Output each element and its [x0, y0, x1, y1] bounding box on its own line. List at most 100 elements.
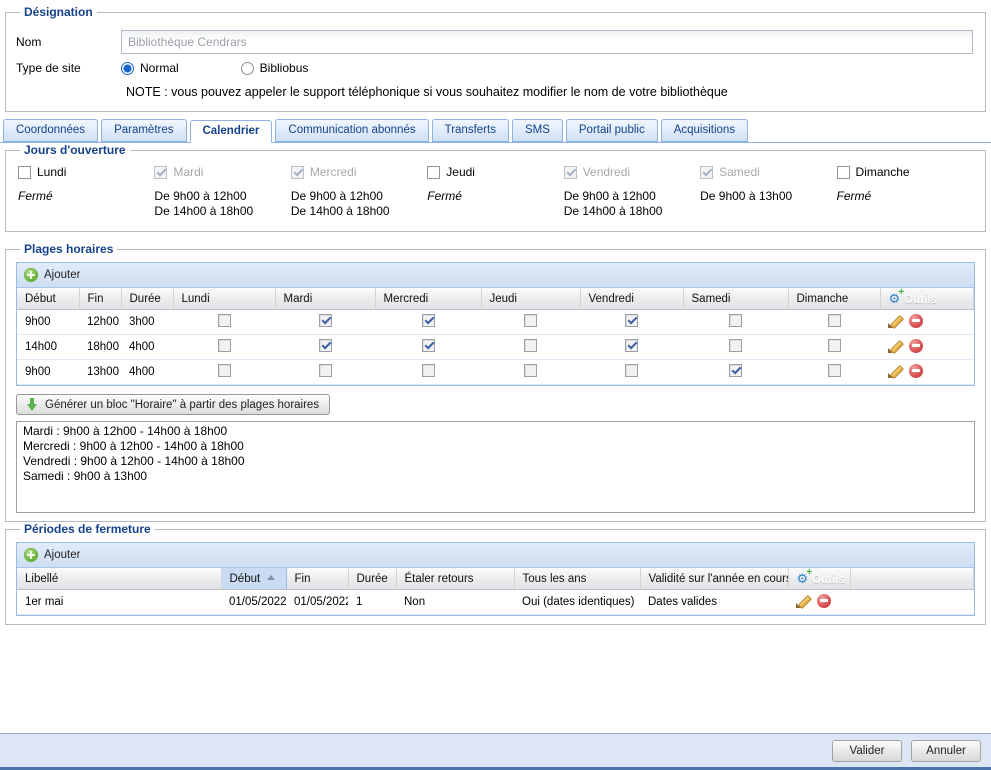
- day-label-samedi: Samedi: [719, 165, 760, 179]
- tab-portail-public[interactable]: Portail public: [566, 119, 658, 142]
- plages-add-button[interactable]: Ajouter: [24, 268, 80, 282]
- column-header-debut[interactable]: Début: [17, 288, 79, 310]
- edit-pencil-icon[interactable]: [888, 363, 903, 378]
- column-header-dimanche[interactable]: Dimanche: [788, 288, 880, 310]
- edit-pencil-icon[interactable]: [888, 313, 903, 328]
- plages-toolbar: Ajouter: [17, 263, 974, 288]
- designation-fieldset: Désignation Nom Type de site Normal Bibl…: [5, 5, 986, 112]
- checkbox-jeudi[interactable]: [427, 166, 440, 179]
- day-column-lundi: Lundi Fermé: [18, 163, 154, 219]
- column-header-mardi[interactable]: Mardi: [275, 288, 375, 310]
- checkbox-dimanche[interactable]: [837, 166, 850, 179]
- tools-header-label: Outils: [812, 574, 845, 586]
- checkbox-samedi[interactable]: [729, 364, 742, 377]
- checkbox-dimanche[interactable]: [828, 314, 841, 327]
- tab-communication-abonnes[interactable]: Communication abonnés: [275, 119, 428, 142]
- duree-cell: 4h00: [121, 335, 173, 360]
- checkbox-jeudi[interactable]: [524, 339, 537, 352]
- annuler-button[interactable]: Annuler: [911, 740, 981, 762]
- column-header-validite-sur-l-annee-en-cours[interactable]: Validité sur l'année en cours: [640, 568, 788, 590]
- checkbox-mercredi[interactable]: [422, 364, 435, 377]
- gear-plus-icon: [797, 572, 809, 585]
- column-header-duree[interactable]: Durée: [121, 288, 173, 310]
- horaire-textarea[interactable]: Mardi : 9h00 à 12h00 - 14h00 à 18h00 Mer…: [16, 421, 975, 513]
- checkbox-lundi[interactable]: [218, 314, 231, 327]
- checkbox-vendredi[interactable]: [625, 314, 638, 327]
- tab-acquisitions[interactable]: Acquisitions: [661, 119, 748, 142]
- checkbox-vendredi[interactable]: [625, 339, 638, 352]
- type-de-site-label: Type de site: [16, 61, 121, 75]
- column-header-samedi[interactable]: Samedi: [683, 288, 788, 310]
- column-header-label: Durée: [130, 293, 161, 305]
- checkbox-samedi[interactable]: [729, 314, 742, 327]
- checkbox-vendredi[interactable]: [625, 364, 638, 377]
- column-header-tous-les-ans[interactable]: Tous les ans: [514, 568, 640, 590]
- column-header-libelle[interactable]: Libellé: [17, 568, 221, 590]
- fin-cell: 13h00: [79, 360, 121, 385]
- column-header-debut[interactable]: Début: [221, 568, 286, 590]
- sort-asc-icon: [267, 575, 275, 580]
- checkbox-samedi[interactable]: [729, 339, 742, 352]
- delete-icon[interactable]: [817, 594, 831, 608]
- checkbox-lundi[interactable]: [218, 364, 231, 377]
- jours-ouverture-legend: Jours d'ouverture: [20, 143, 130, 157]
- nom-input[interactable]: [121, 30, 973, 54]
- delete-icon[interactable]: [909, 314, 923, 328]
- column-header-fin[interactable]: Fin: [286, 568, 348, 590]
- periodes-toolbar: Ajouter: [17, 543, 974, 568]
- column-header-label: Mardi: [284, 293, 313, 305]
- checkbox-mercredi[interactable]: [422, 314, 435, 327]
- column-header-etaler-retours[interactable]: Étaler retours: [396, 568, 514, 590]
- tab-parametres[interactable]: Paramètres: [101, 119, 186, 142]
- checkbox-dimanche[interactable]: [828, 339, 841, 352]
- day-column-mercredi: MercrediDe 9h00 à 12h00De 14h00 à 18h00: [291, 163, 427, 219]
- delete-icon[interactable]: [909, 364, 923, 378]
- schedule-line: De 14h00 à 18h00: [154, 204, 290, 219]
- day-column-dimanche: DimancheFermé: [837, 163, 973, 219]
- column-header-label: Libellé: [25, 573, 58, 585]
- column-header-label: Début: [25, 293, 56, 305]
- checkbox-jeudi[interactable]: [524, 314, 537, 327]
- down-arrow-icon: [27, 398, 38, 411]
- add-plus-icon: [24, 268, 38, 282]
- radio-normal[interactable]: Normal: [121, 61, 179, 75]
- checkbox-mardi[interactable]: [319, 339, 332, 352]
- checkbox-dimanche[interactable]: [828, 364, 841, 377]
- tous-les-ans-cell: Oui (dates identiques): [514, 590, 640, 615]
- periodes-fermeture-fieldset: Périodes de fermeture Ajouter LibelléDéb…: [5, 522, 986, 625]
- radio-bibliobus[interactable]: Bibliobus: [241, 61, 309, 75]
- valider-button[interactable]: Valider: [832, 740, 902, 762]
- tab-calendrier[interactable]: Calendrier: [190, 120, 273, 143]
- checkbox-lundi[interactable]: [18, 166, 31, 179]
- schedule-line: De 9h00 à 12h00: [291, 189, 427, 204]
- column-header-duree[interactable]: Durée: [348, 568, 396, 590]
- tab-transferts[interactable]: Transferts: [432, 119, 509, 142]
- checkbox-mardi[interactable]: [319, 364, 332, 377]
- tab-sms[interactable]: SMS: [512, 119, 563, 142]
- nom-row: Nom: [16, 30, 975, 54]
- checkbox-jeudi[interactable]: [524, 364, 537, 377]
- edit-pencil-icon[interactable]: [796, 593, 811, 608]
- checkbox-lundi[interactable]: [218, 339, 231, 352]
- footer-bar: Valider Annuler: [0, 733, 991, 767]
- tab-coordonnees[interactable]: Coordonnées: [3, 119, 98, 142]
- generer-bloc-horaire-button[interactable]: Générer un bloc "Horaire" à partir des p…: [16, 394, 330, 415]
- delete-icon[interactable]: [909, 339, 923, 353]
- checkbox-mercredi[interactable]: [422, 339, 435, 352]
- column-header-mercredi[interactable]: Mercredi: [375, 288, 481, 310]
- periodes-add-button[interactable]: Ajouter: [24, 548, 80, 562]
- column-header-lundi[interactable]: Lundi: [173, 288, 275, 310]
- edit-pencil-icon[interactable]: [888, 338, 903, 353]
- column-header-jeudi[interactable]: Jeudi: [481, 288, 580, 310]
- column-header-label: Fin: [295, 573, 311, 585]
- checkbox-vendredi: [564, 166, 577, 179]
- day-label-lundi: Lundi: [37, 165, 66, 179]
- checkbox-mardi[interactable]: [319, 314, 332, 327]
- schedule-line: De 9h00 à 13h00: [700, 189, 836, 204]
- column-header-vendredi[interactable]: Vendredi: [580, 288, 683, 310]
- column-header-fin[interactable]: Fin: [79, 288, 121, 310]
- debut-cell: 14h00: [17, 335, 79, 360]
- radio-normal-control[interactable]: [121, 62, 134, 75]
- radio-bibliobus-control[interactable]: [241, 62, 254, 75]
- schedule-line: Fermé: [18, 189, 154, 204]
